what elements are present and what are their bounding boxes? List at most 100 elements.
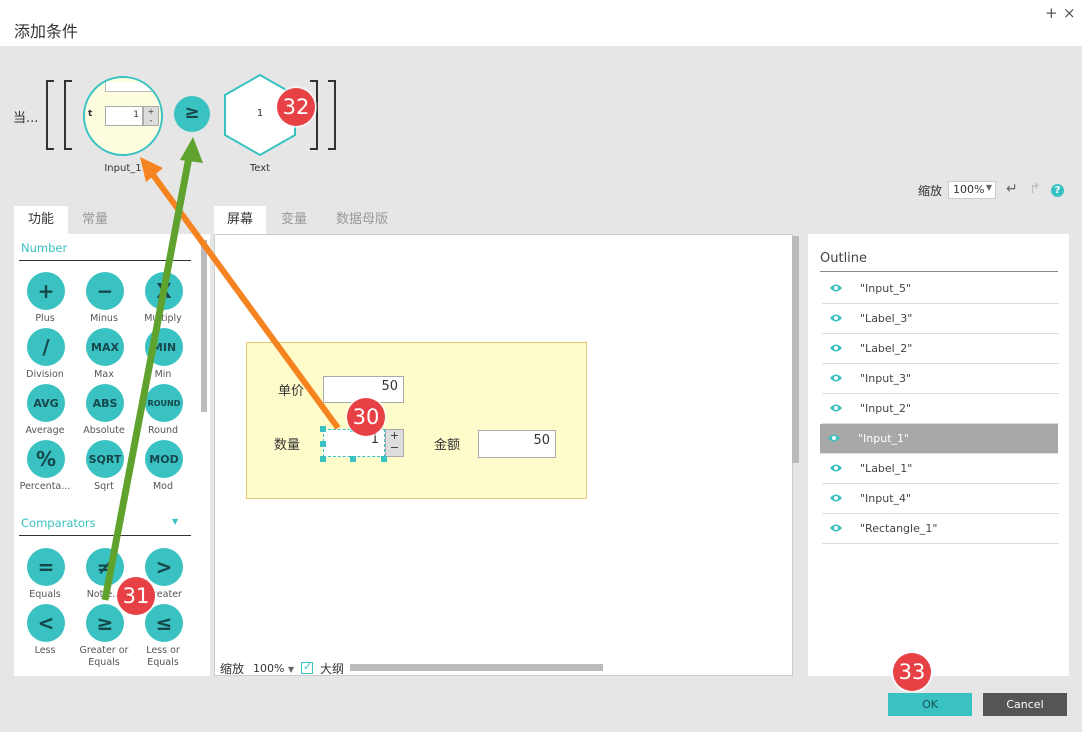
open-bracket-inner xyxy=(64,80,72,150)
not-equals-icon[interactable]: ≠ xyxy=(86,548,124,586)
tab-variables[interactable]: 变量 xyxy=(270,206,318,234)
function-label: Sqrt xyxy=(94,481,114,492)
rectangle-1[interactable] xyxy=(246,342,587,499)
max-icon[interactable]: MAX xyxy=(86,328,124,366)
function-label: Min xyxy=(154,369,172,380)
canvas-zoom-label: 缩放 xyxy=(220,662,245,676)
function-less-equals[interactable]: ≤ Less or Equals xyxy=(144,604,204,669)
help-icon[interactable]: ? xyxy=(1051,184,1064,197)
outline-item[interactable]: "Label_2" xyxy=(822,334,1059,364)
function-round[interactable]: ROUND Round xyxy=(144,384,204,437)
less-icon[interactable]: < xyxy=(27,604,65,642)
mod-icon[interactable]: MOD xyxy=(145,440,183,478)
canvas-vscrollbar[interactable] xyxy=(792,236,799,463)
label-amount[interactable]: 金额 xyxy=(434,434,460,453)
function-label: Plus xyxy=(35,313,55,324)
dialog-title: 添加条件 xyxy=(14,22,79,41)
selection-handle[interactable] xyxy=(381,456,387,462)
annotation-badge-32: 32 xyxy=(277,88,315,126)
comparators-grid: = Equals ≠ Not e... > ...reater < Less ≥ Greater … xyxy=(14,548,204,668)
left-operand-node[interactable]: t 1 + - xyxy=(83,76,163,156)
minus-icon[interactable]: − xyxy=(86,272,124,310)
outline-divider xyxy=(820,271,1058,272)
greater-icon[interactable]: > xyxy=(145,548,183,586)
eye-icon[interactable] xyxy=(830,493,842,503)
round-icon[interactable]: ROUND xyxy=(145,384,183,422)
function-mod[interactable]: MOD Mod xyxy=(144,440,204,493)
outline-item[interactable]: "Input_5" xyxy=(822,274,1059,304)
selection-handle[interactable] xyxy=(320,426,326,432)
zoom-select[interactable]: 100% ▼ xyxy=(948,181,996,199)
outline-item[interactable]: "Rectangle_1" xyxy=(822,514,1059,544)
min-icon[interactable]: MIN xyxy=(145,328,183,366)
plus-icon[interactable]: + xyxy=(27,272,65,310)
outline-item[interactable]: "Input_4" xyxy=(822,484,1059,514)
tab-data-master[interactable]: 数据母版 xyxy=(326,206,398,234)
zoom-label: 缩放 xyxy=(918,184,943,198)
selection-handle[interactable] xyxy=(350,456,356,462)
greater-equals-icon[interactable]: ≥ xyxy=(86,604,124,642)
less-equals-icon[interactable]: ≤ xyxy=(145,604,183,642)
outline-item[interactable]: "Label_3" xyxy=(822,304,1059,334)
node-input-preview: 1 xyxy=(105,106,143,126)
outline-item-label: "Input_4" xyxy=(860,492,912,505)
canvas-hscrollbar[interactable] xyxy=(350,664,603,671)
function-label: Average xyxy=(25,425,65,436)
eye-icon[interactable] xyxy=(830,313,842,323)
eye-icon[interactable] xyxy=(830,343,842,353)
eye-icon[interactable] xyxy=(830,403,842,413)
label-quantity[interactable]: 数量 xyxy=(274,434,300,453)
tab-constants[interactable]: 常量 xyxy=(68,206,122,234)
section-comparators-title[interactable]: Comparators xyxy=(21,516,96,530)
operator-node[interactable]: ≥ xyxy=(174,96,210,132)
outline-title: Outline xyxy=(820,251,868,266)
redo-icon[interactable]: ↱ xyxy=(1029,181,1041,197)
function-min[interactable]: MIN Min xyxy=(144,328,204,381)
function-multiply[interactable]: X Multiply xyxy=(144,272,204,325)
outline-item[interactable]: "Input_2" xyxy=(822,394,1059,424)
undo-icon[interactable]: ↵ xyxy=(1006,181,1018,197)
multiply-icon[interactable]: X xyxy=(145,272,183,310)
function-label: Multiply xyxy=(144,313,182,324)
outline-item[interactable]: "Input_1" xyxy=(820,424,1058,454)
outline-item[interactable]: "Input_3" xyxy=(822,364,1059,394)
tab-screen[interactable]: 屏幕 xyxy=(214,206,266,234)
function-label: Less xyxy=(34,645,56,656)
outline-checkbox[interactable]: ✓ xyxy=(301,660,313,674)
outline-panel: Outline "Input_5" "Label_3" "Label_2" "Inpu… xyxy=(808,234,1069,676)
add-icon[interactable]: + xyxy=(1045,4,1058,22)
cancel-button[interactable]: Cancel xyxy=(983,693,1067,716)
close-icon[interactable]: × xyxy=(1063,4,1076,22)
selection-handle[interactable] xyxy=(320,456,326,462)
sqrt-icon[interactable]: SQRT xyxy=(86,440,124,478)
ok-button[interactable]: OK xyxy=(888,693,972,716)
outline-list: "Input_5" "Label_3" "Label_2" "Input_3" "Inp… xyxy=(808,274,1069,594)
equals-icon[interactable]: = xyxy=(27,548,65,586)
left-node-label: Input_1 xyxy=(104,163,142,174)
outline-item[interactable]: "Label_1" xyxy=(822,454,1059,484)
chevron-down-icon[interactable]: ▼ xyxy=(172,517,178,526)
input-amount[interactable]: 50 xyxy=(478,430,556,458)
percent-icon[interactable]: % xyxy=(27,440,65,478)
quantity-stepper[interactable]: + − xyxy=(385,429,404,457)
tab-functions[interactable]: 功能 xyxy=(14,206,68,234)
section-number-title[interactable]: Number xyxy=(21,241,67,255)
selection-handle[interactable] xyxy=(320,441,326,447)
label-price[interactable]: 单价 xyxy=(278,380,304,399)
function-label: Less or Equals xyxy=(146,645,180,668)
close-bracket-outer xyxy=(328,80,336,150)
division-icon[interactable]: / xyxy=(27,328,65,366)
function-panel-scrollbar[interactable] xyxy=(201,240,207,412)
avg-icon[interactable]: AVG xyxy=(27,384,65,422)
canvas-zoom-select[interactable]: 100% ▼ xyxy=(253,662,294,675)
function-label: Percenta... xyxy=(19,481,71,492)
number-functions-grid: + Plus − Minus X Multiply / Division MAX Max MIN Mi… xyxy=(14,272,204,502)
function-label: Minus xyxy=(90,313,118,324)
eye-icon[interactable] xyxy=(828,433,840,443)
eye-icon[interactable] xyxy=(830,463,842,473)
eye-icon[interactable] xyxy=(830,523,842,533)
annotation-badge-33: 33 xyxy=(893,653,931,691)
eye-icon[interactable] xyxy=(830,283,842,293)
eye-icon[interactable] xyxy=(830,373,842,383)
abs-icon[interactable]: ABS xyxy=(86,384,124,422)
